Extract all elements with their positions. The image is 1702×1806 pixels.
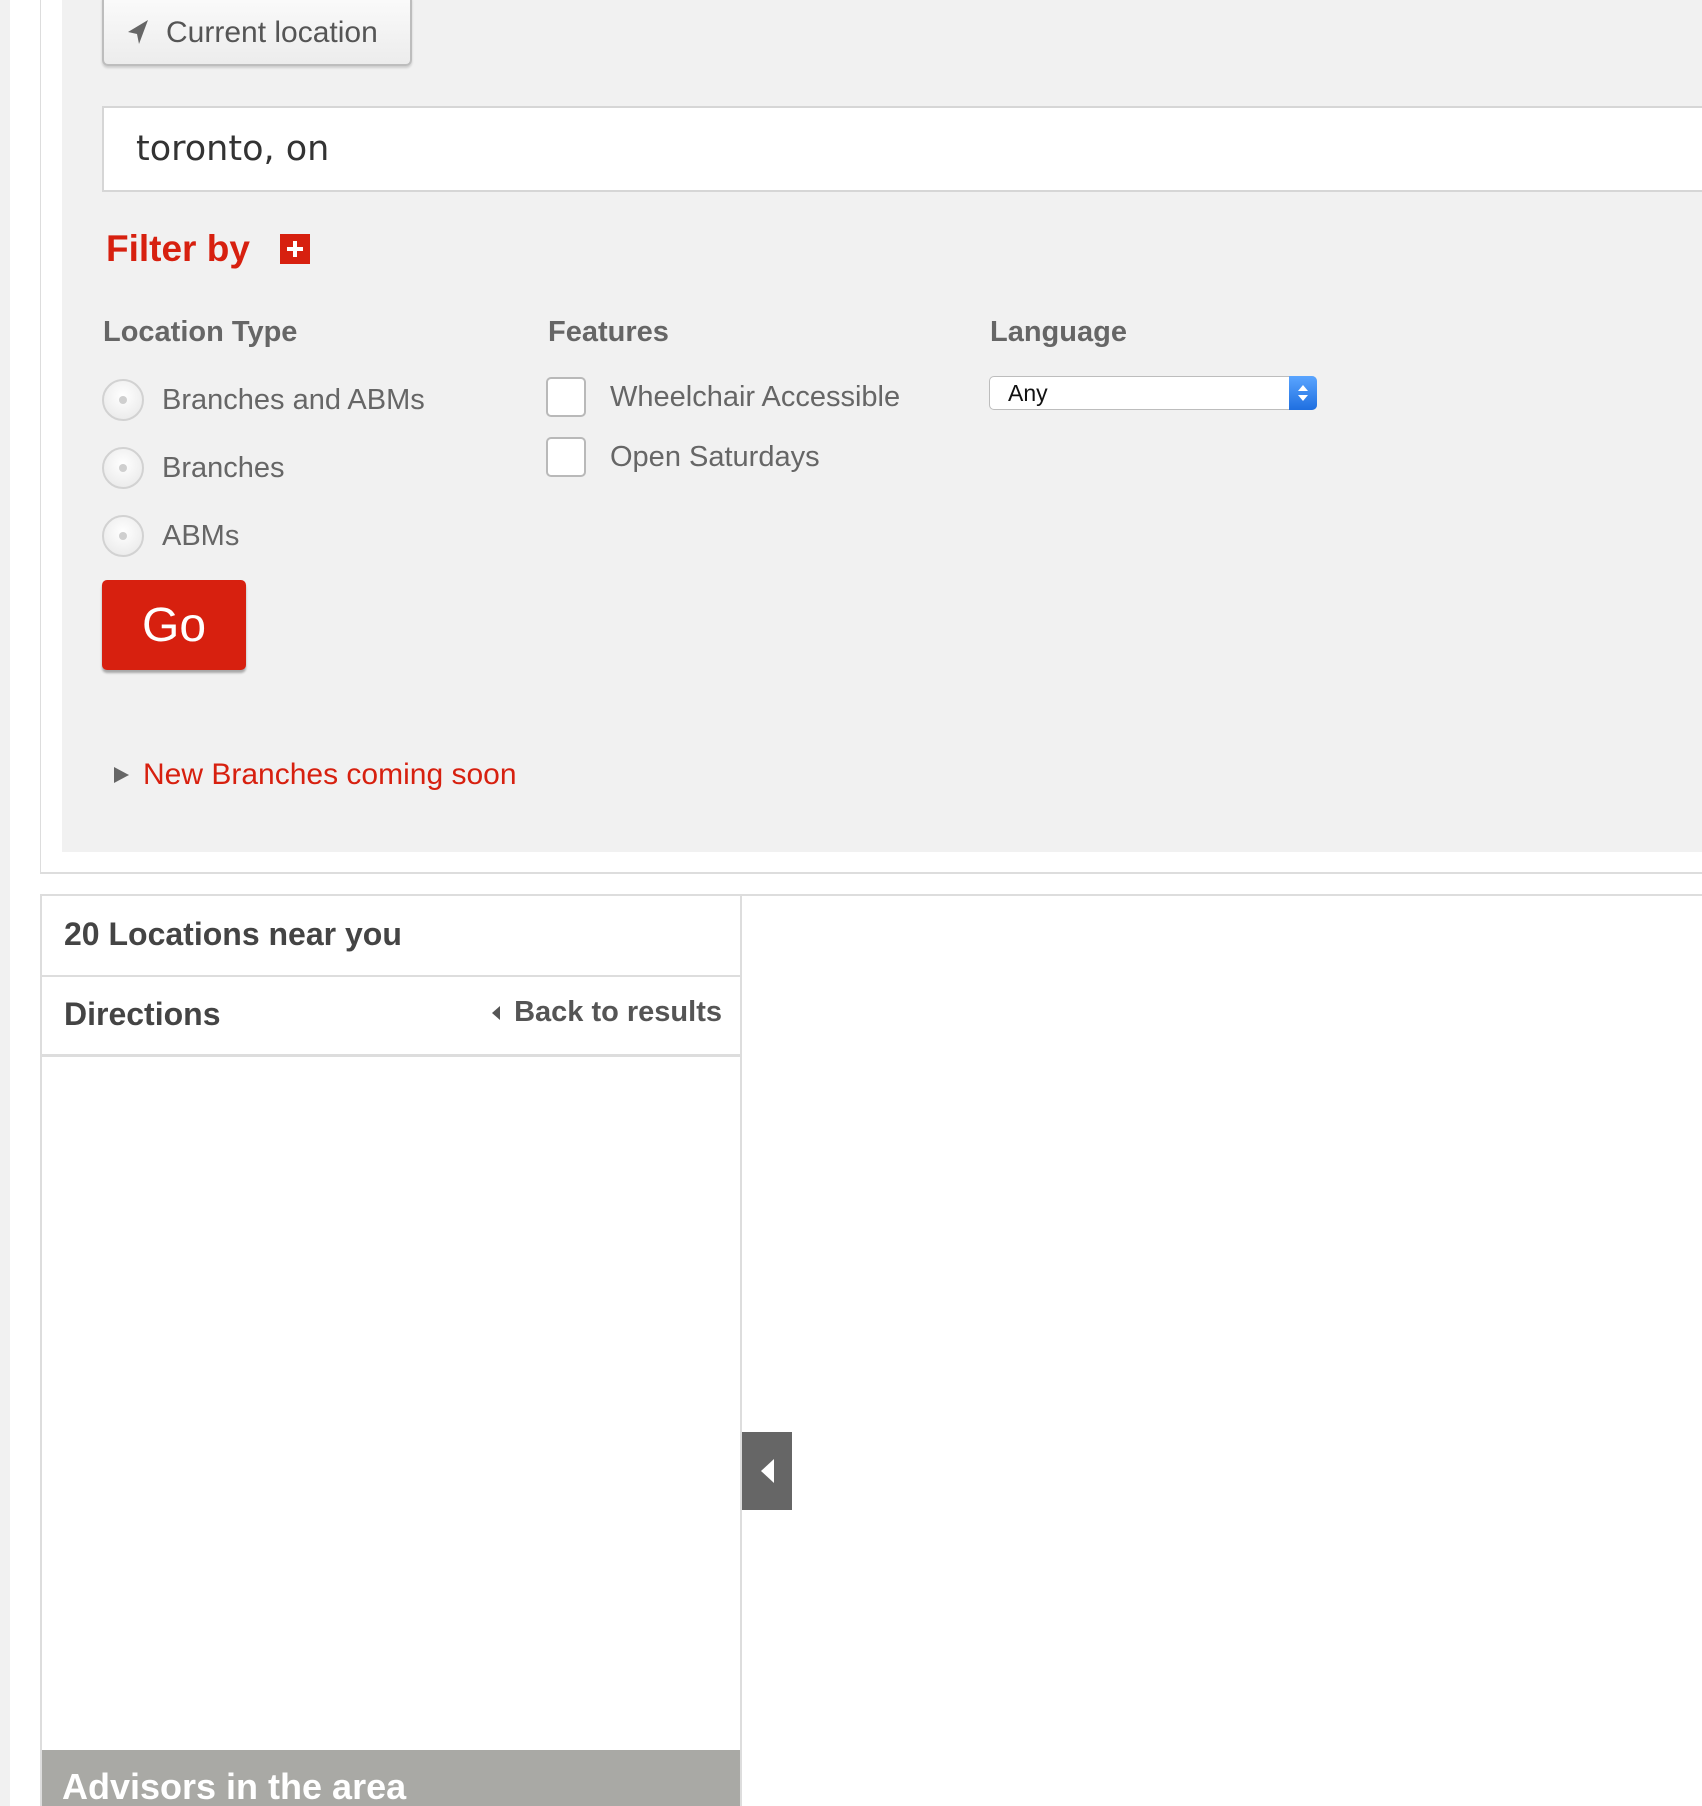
location-search-input[interactable] xyxy=(102,106,1702,192)
triangle-left-icon xyxy=(492,1005,501,1020)
directions-heading: Directions xyxy=(64,996,221,1032)
expand-filter-plus-icon[interactable] xyxy=(280,234,310,264)
divider xyxy=(42,1054,740,1057)
radio-button[interactable] xyxy=(102,515,144,557)
current-location-label: Current location xyxy=(166,16,378,49)
filter-title: Filter by xyxy=(106,228,250,269)
results-count: 20 Locations near you xyxy=(64,916,402,952)
location-type-heading: Location Type xyxy=(103,316,298,348)
language-select-value: Any xyxy=(1008,379,1048,406)
current-location-button[interactable]: Current location xyxy=(102,0,412,66)
checkbox-wheelchair-accessible[interactable]: Wheelchair Accessible xyxy=(546,376,900,418)
container-border xyxy=(40,0,41,872)
language-heading: Language xyxy=(990,316,1127,348)
radio-button[interactable] xyxy=(102,447,144,489)
new-branches-link[interactable]: New Branches coming soon xyxy=(114,758,517,792)
checkbox-label: Open Saturdays xyxy=(610,440,820,473)
select-arrows-icon xyxy=(1289,376,1317,410)
location-arrow-icon xyxy=(128,20,148,44)
radio-branches-and-abms[interactable]: Branches and ABMs xyxy=(102,378,425,422)
results-list-panel: 20 Locations near you Directions Back to… xyxy=(40,894,742,1806)
radio-branches[interactable]: Branches xyxy=(102,446,285,490)
radio-label: Branches and ABMs xyxy=(162,383,425,416)
advisors-section-header[interactable]: Advisors in the area xyxy=(42,1750,740,1806)
arrow-left-icon xyxy=(760,1459,774,1483)
back-to-results-link[interactable]: Back to results xyxy=(492,996,722,1029)
checkbox-open-saturdays[interactable]: Open Saturdays xyxy=(546,436,820,478)
map-area[interactable] xyxy=(744,896,1702,1806)
advisors-label: Advisors in the area xyxy=(62,1766,407,1806)
new-branches-label: New Branches coming soon xyxy=(143,758,517,791)
divider xyxy=(42,975,740,977)
back-to-results-label: Back to results xyxy=(514,996,722,1028)
panel-divider xyxy=(40,872,1702,874)
radio-label: ABMs xyxy=(162,519,240,552)
radio-button[interactable] xyxy=(102,379,144,421)
radio-abms[interactable]: ABMs xyxy=(102,514,239,558)
checkbox[interactable] xyxy=(546,377,586,417)
radio-label: Branches xyxy=(162,451,285,484)
checkbox[interactable] xyxy=(546,437,586,477)
go-button[interactable]: Go xyxy=(102,580,246,670)
checkbox-label: Wheelchair Accessible xyxy=(610,380,901,413)
language-select[interactable]: Any xyxy=(989,376,1317,410)
features-heading: Features xyxy=(548,316,669,348)
left-gutter xyxy=(0,0,10,1806)
collapse-panel-button[interactable] xyxy=(742,1432,792,1510)
triangle-right-icon xyxy=(114,767,129,783)
